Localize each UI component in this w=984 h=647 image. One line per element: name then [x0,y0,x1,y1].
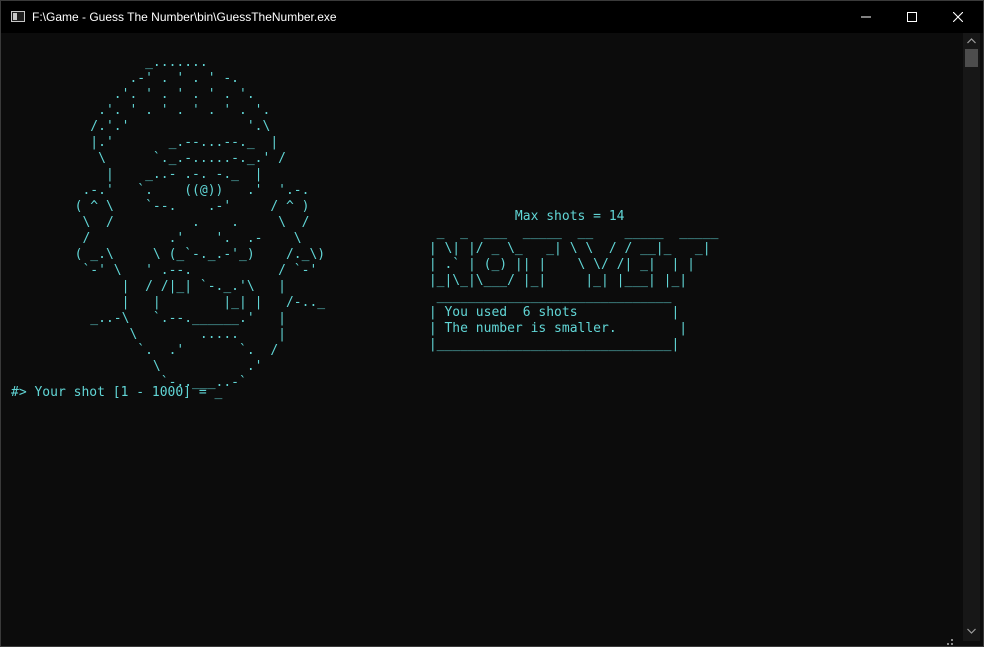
console-window: F:\Game - Guess The Number\bin\GuessTheN… [0,0,984,647]
console-app-icon[interactable] [11,11,25,22]
close-button[interactable] [935,1,981,33]
shot-prompt[interactable]: #> Your shot [1 - 1000] = _ [11,385,222,401]
scrollbar-thumb[interactable] [965,49,978,67]
title-bar[interactable]: F:\Game - Guess The Number\bin\GuessTheN… [1,1,983,33]
maximize-button[interactable] [889,1,935,33]
face-ascii-art: _....... .-' . ' . ' -. .'. ' . ' . ' . … [74,55,326,390]
close-icon [953,12,963,22]
console-output[interactable]: _....... .-' . ' . ' -. .'. ' . ' . ' . … [1,33,963,641]
resize-grip-icon[interactable] [941,638,955,646]
max-shots-line: Max shots = 14 [421,209,625,224]
result-message-box: ______________________________ | You use… [428,289,688,352]
vertical-scrollbar[interactable] [963,33,980,641]
minimize-button[interactable] [843,1,889,33]
game-over-block: Max shots = 14 _ _ ___ _____ __ _____ __… [421,209,719,353]
maximize-icon [907,12,917,22]
scroll-up-icon[interactable] [967,38,976,44]
scroll-down-icon[interactable] [967,628,976,634]
minimize-icon [861,16,871,18]
window-title: F:\Game - Guess The Number\bin\GuessTheN… [32,10,337,24]
game-over-ascii-art: _ _ ___ _____ __ _____ _____ | \| |/ _ \… [428,225,719,288]
